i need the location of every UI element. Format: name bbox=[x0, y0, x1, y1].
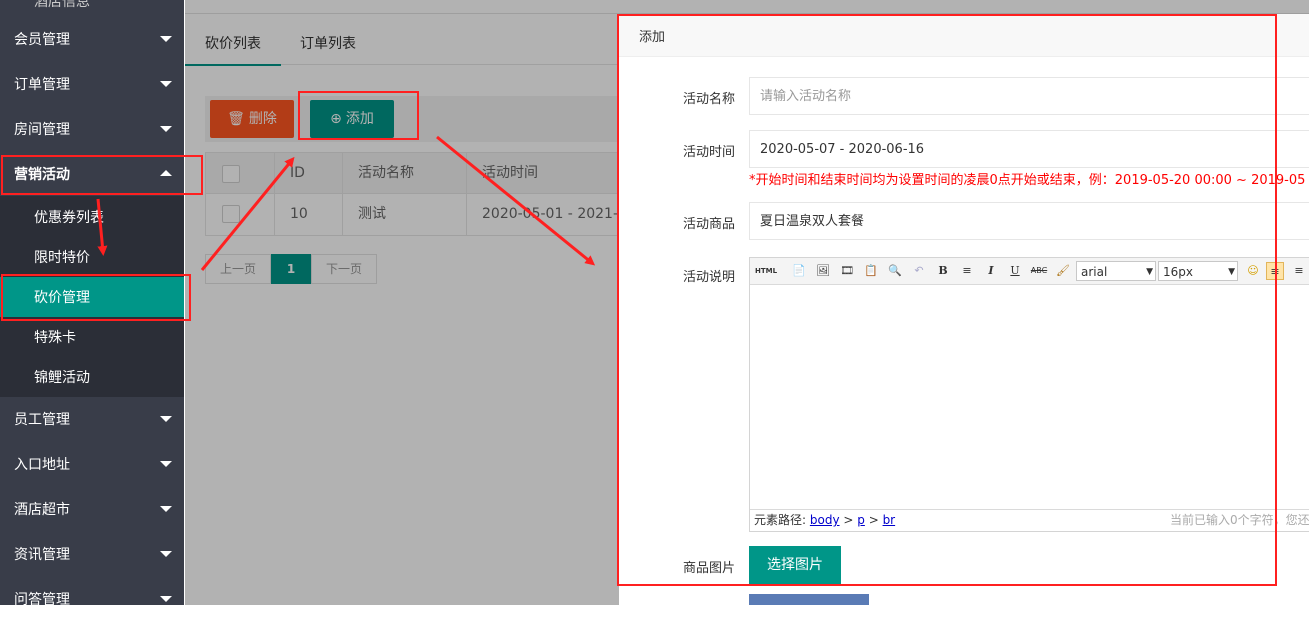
sidebar-item-label: 订单管理 bbox=[14, 76, 70, 93]
sidebar-item-label: 入口地址 bbox=[14, 456, 70, 473]
caret-down-icon bbox=[160, 35, 172, 42]
sidebar-item-members[interactable]: 会员管理 bbox=[0, 16, 184, 61]
caret-down-icon bbox=[160, 595, 172, 602]
annotation-box-add bbox=[298, 91, 419, 140]
caret-down-icon bbox=[160, 80, 172, 87]
sidebar-item-orders[interactable]: 订单管理 bbox=[0, 61, 184, 106]
sidebar-item-news[interactable]: 资讯管理 bbox=[0, 531, 184, 576]
annotation-box-bargain bbox=[1, 274, 191, 321]
submenu-item-coupons[interactable]: 优惠券列表 bbox=[0, 197, 184, 237]
caret-down-icon bbox=[160, 550, 172, 557]
submenu-item-flash-sale[interactable]: 限时特价 bbox=[0, 237, 184, 277]
sidebar-item-label: 资讯管理 bbox=[14, 546, 70, 563]
sidebar-item-qa[interactable]: 问答管理 bbox=[0, 576, 184, 621]
sidebar-item-entry[interactable]: 入口地址 bbox=[0, 441, 184, 486]
sidebar-item-label: 会员管理 bbox=[14, 31, 70, 48]
sidebar-item-label: 酒店信息 bbox=[34, 0, 90, 10]
caret-down-icon bbox=[160, 125, 172, 132]
sidebar-item-label: 员工管理 bbox=[14, 411, 70, 428]
goods-image-thumbnail bbox=[749, 594, 869, 605]
submenu-item-label: 优惠券列表 bbox=[34, 210, 104, 226]
submenu-item-special-card[interactable]: 特殊卡 bbox=[0, 317, 184, 357]
submenu-item-label: 锦鲤活动 bbox=[34, 370, 90, 386]
annotation-box-marketing bbox=[1, 155, 203, 195]
sidebar-item-staff[interactable]: 员工管理 bbox=[0, 396, 184, 441]
submenu-item-koi[interactable]: 锦鲤活动 bbox=[0, 357, 184, 397]
submenu-item-label: 特殊卡 bbox=[34, 330, 76, 346]
sidebar-item-rooms[interactable]: 房间管理 bbox=[0, 106, 184, 151]
caret-down-icon bbox=[160, 460, 172, 467]
sidebar-item-label: 酒店超市 bbox=[14, 501, 70, 518]
sidebar-item-market[interactable]: 酒店超市 bbox=[0, 486, 184, 531]
sidebar-item-label: 问答管理 bbox=[14, 591, 70, 608]
annotation-box-modal bbox=[617, 14, 1277, 586]
caret-down-icon bbox=[160, 505, 172, 512]
align-center-icon[interactable]: ≡ bbox=[1290, 262, 1308, 280]
sidebar-item-label: 房间管理 bbox=[14, 121, 70, 138]
caret-down-icon bbox=[160, 415, 172, 422]
submenu-item-label: 限时特价 bbox=[34, 250, 90, 266]
